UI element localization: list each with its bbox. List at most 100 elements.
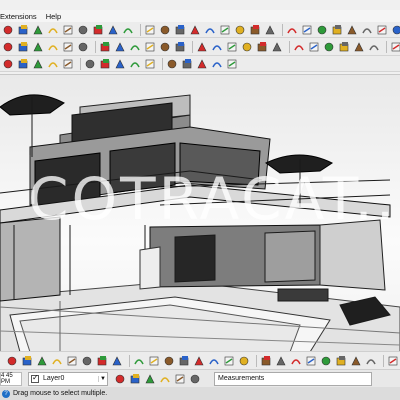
back-edge-toggle-icon[interactable] <box>129 373 141 385</box>
next-icon[interactable] <box>51 355 63 367</box>
walk-view-icon[interactable] <box>96 355 108 367</box>
help-icon[interactable]: ? <box>2 389 10 398</box>
iso-icon[interactable] <box>144 41 156 53</box>
export-icon[interactable] <box>226 58 238 70</box>
eraser-icon[interactable] <box>32 41 44 53</box>
redo-icon[interactable] <box>129 58 141 70</box>
back-edges-icon[interactable] <box>338 41 350 53</box>
monochrome-icon[interactable] <box>323 41 335 53</box>
photo-icon[interactable] <box>196 58 208 70</box>
zoom-window-icon[interactable] <box>21 355 33 367</box>
modeling-icon[interactable] <box>260 355 272 367</box>
layer-checkbox-icon[interactable] <box>31 373 39 383</box>
menu-help[interactable]: Help <box>46 12 61 21</box>
model-info-icon[interactable] <box>99 41 111 53</box>
pie-icon[interactable] <box>144 24 156 36</box>
hidden-line-icon[interactable] <box>271 41 283 53</box>
shadow-toggle-icon[interactable] <box>178 355 190 367</box>
wire-toggle-icon[interactable] <box>144 373 156 385</box>
section-plane-icon[interactable] <box>353 41 365 53</box>
paste-icon[interactable] <box>84 58 96 70</box>
tape-icon[interactable] <box>249 24 261 36</box>
print-icon[interactable] <box>144 58 156 70</box>
undo-icon[interactable] <box>114 58 126 70</box>
right-icon[interactable] <box>196 41 208 53</box>
open-icon[interactable] <box>17 58 29 70</box>
position-camera-icon[interactable] <box>133 355 145 367</box>
layer-dropdown[interactable]: Layer0 ▼ <box>28 371 108 386</box>
move-icon[interactable] <box>204 24 216 36</box>
arc-icon[interactable] <box>122 24 134 36</box>
offset-icon[interactable] <box>189 24 201 36</box>
watermark-icon[interactable] <box>238 355 250 367</box>
zoom-extents-icon[interactable] <box>391 24 400 36</box>
search-icon[interactable] <box>6 355 18 367</box>
look-around-icon[interactable] <box>111 355 123 367</box>
circle-icon[interactable] <box>92 24 104 36</box>
measurements-box[interactable]: Measurements <box>214 371 372 386</box>
freehand-icon[interactable] <box>47 24 59 36</box>
rotate-icon[interactable] <box>219 24 231 36</box>
text-icon[interactable] <box>286 24 298 36</box>
face-style-icon[interactable] <box>223 355 235 367</box>
copy-icon[interactable] <box>62 58 74 70</box>
stamp-icon[interactable] <box>290 355 302 367</box>
material-icon[interactable] <box>77 41 89 53</box>
rectangle-icon[interactable] <box>62 24 74 36</box>
shaded-icon[interactable] <box>293 41 305 53</box>
pan-view-icon[interactable] <box>66 355 78 367</box>
union-icon[interactable] <box>387 355 399 367</box>
import-icon[interactable] <box>211 58 223 70</box>
front-icon[interactable] <box>174 41 186 53</box>
new-icon[interactable] <box>2 58 14 70</box>
fog-toggle-icon[interactable] <box>193 355 205 367</box>
camera-icon[interactable] <box>2 41 14 53</box>
geo-icon[interactable] <box>181 58 193 70</box>
textured-icon[interactable] <box>308 41 320 53</box>
orbit-icon[interactable] <box>346 24 358 36</box>
hidden-toggle-icon[interactable] <box>159 373 171 385</box>
smoove-icon[interactable] <box>350 355 362 367</box>
chevron-down-icon[interactable]: ▼ <box>98 375 107 382</box>
edge-style-icon[interactable] <box>208 355 220 367</box>
save-icon[interactable] <box>32 58 44 70</box>
wireframe-icon[interactable] <box>256 41 268 53</box>
axes-icon[interactable] <box>301 24 313 36</box>
pencil-icon[interactable] <box>17 24 29 36</box>
zoom-icon[interactable] <box>376 24 388 36</box>
pan-icon[interactable] <box>361 24 373 36</box>
top-icon[interactable] <box>159 41 171 53</box>
push-pull-icon[interactable] <box>159 24 171 36</box>
texture-toggle-icon[interactable] <box>189 373 201 385</box>
xray-toggle-icon[interactable] <box>114 373 126 385</box>
tag-icon[interactable] <box>47 41 59 53</box>
section-display-icon[interactable] <box>163 355 175 367</box>
menu-extensions[interactable]: Extensions <box>0 12 37 21</box>
report-icon[interactable] <box>166 58 178 70</box>
polygon-icon[interactable] <box>107 24 119 36</box>
scale-icon[interactable] <box>234 24 246 36</box>
follow-me-icon[interactable] <box>174 24 186 36</box>
left-icon[interactable] <box>226 41 238 53</box>
orbit-view-icon[interactable] <box>81 355 93 367</box>
circle-tool-icon[interactable] <box>129 41 141 53</box>
flip-edge-icon[interactable] <box>320 355 332 367</box>
section-cut-icon[interactable] <box>368 41 380 53</box>
component-icon[interactable] <box>62 41 74 53</box>
xray-icon[interactable] <box>241 41 253 53</box>
paint-icon[interactable] <box>331 24 343 36</box>
select-icon[interactable] <box>2 24 14 36</box>
line-icon[interactable] <box>32 24 44 36</box>
cut-icon[interactable] <box>47 58 59 70</box>
add-detail-icon[interactable] <box>335 355 347 367</box>
dimension-icon[interactable] <box>316 24 328 36</box>
model-viewport[interactable]: COTRACAT... <box>0 74 400 351</box>
previous-icon[interactable] <box>36 355 48 367</box>
field-view-icon[interactable] <box>148 355 160 367</box>
section-fill-icon[interactable] <box>390 41 400 53</box>
position-icon[interactable] <box>17 41 29 53</box>
erase-icon[interactable] <box>99 58 111 70</box>
protractor-icon[interactable] <box>264 24 276 36</box>
shade-toggle-icon[interactable] <box>174 373 186 385</box>
back-icon[interactable] <box>211 41 223 53</box>
